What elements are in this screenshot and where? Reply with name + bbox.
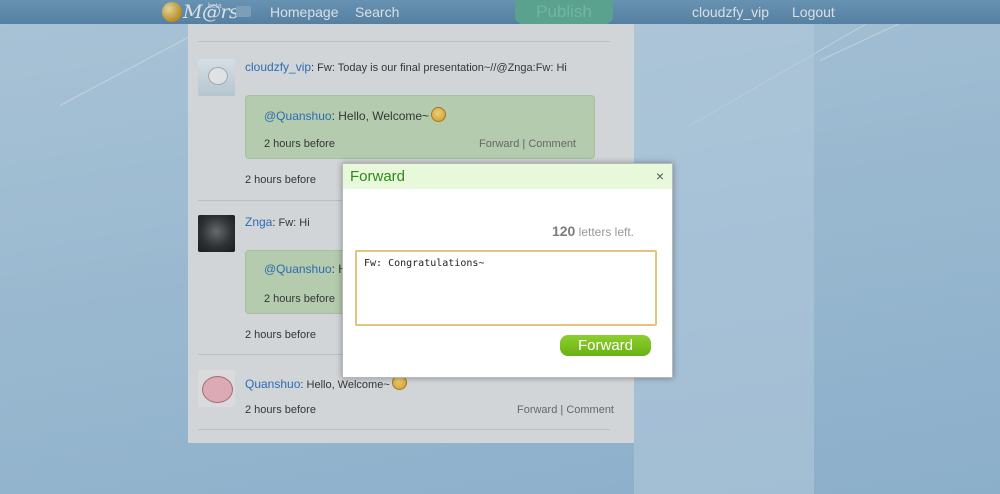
forward-text-input[interactable]: Fw: Congratulations~ (355, 250, 657, 326)
forward-submit-button[interactable]: Forward (560, 335, 651, 356)
character-count-label: letters left. (575, 225, 634, 239)
close-icon[interactable]: × (656, 168, 664, 184)
character-counter: 120 letters left. (552, 223, 634, 239)
dialog-header: Forward × (343, 164, 672, 189)
forward-dialog: Forward × 120 letters left. Fw: Congratu… (342, 163, 673, 378)
character-count: 120 (551, 223, 576, 239)
dialog-title: Forward (350, 168, 406, 185)
